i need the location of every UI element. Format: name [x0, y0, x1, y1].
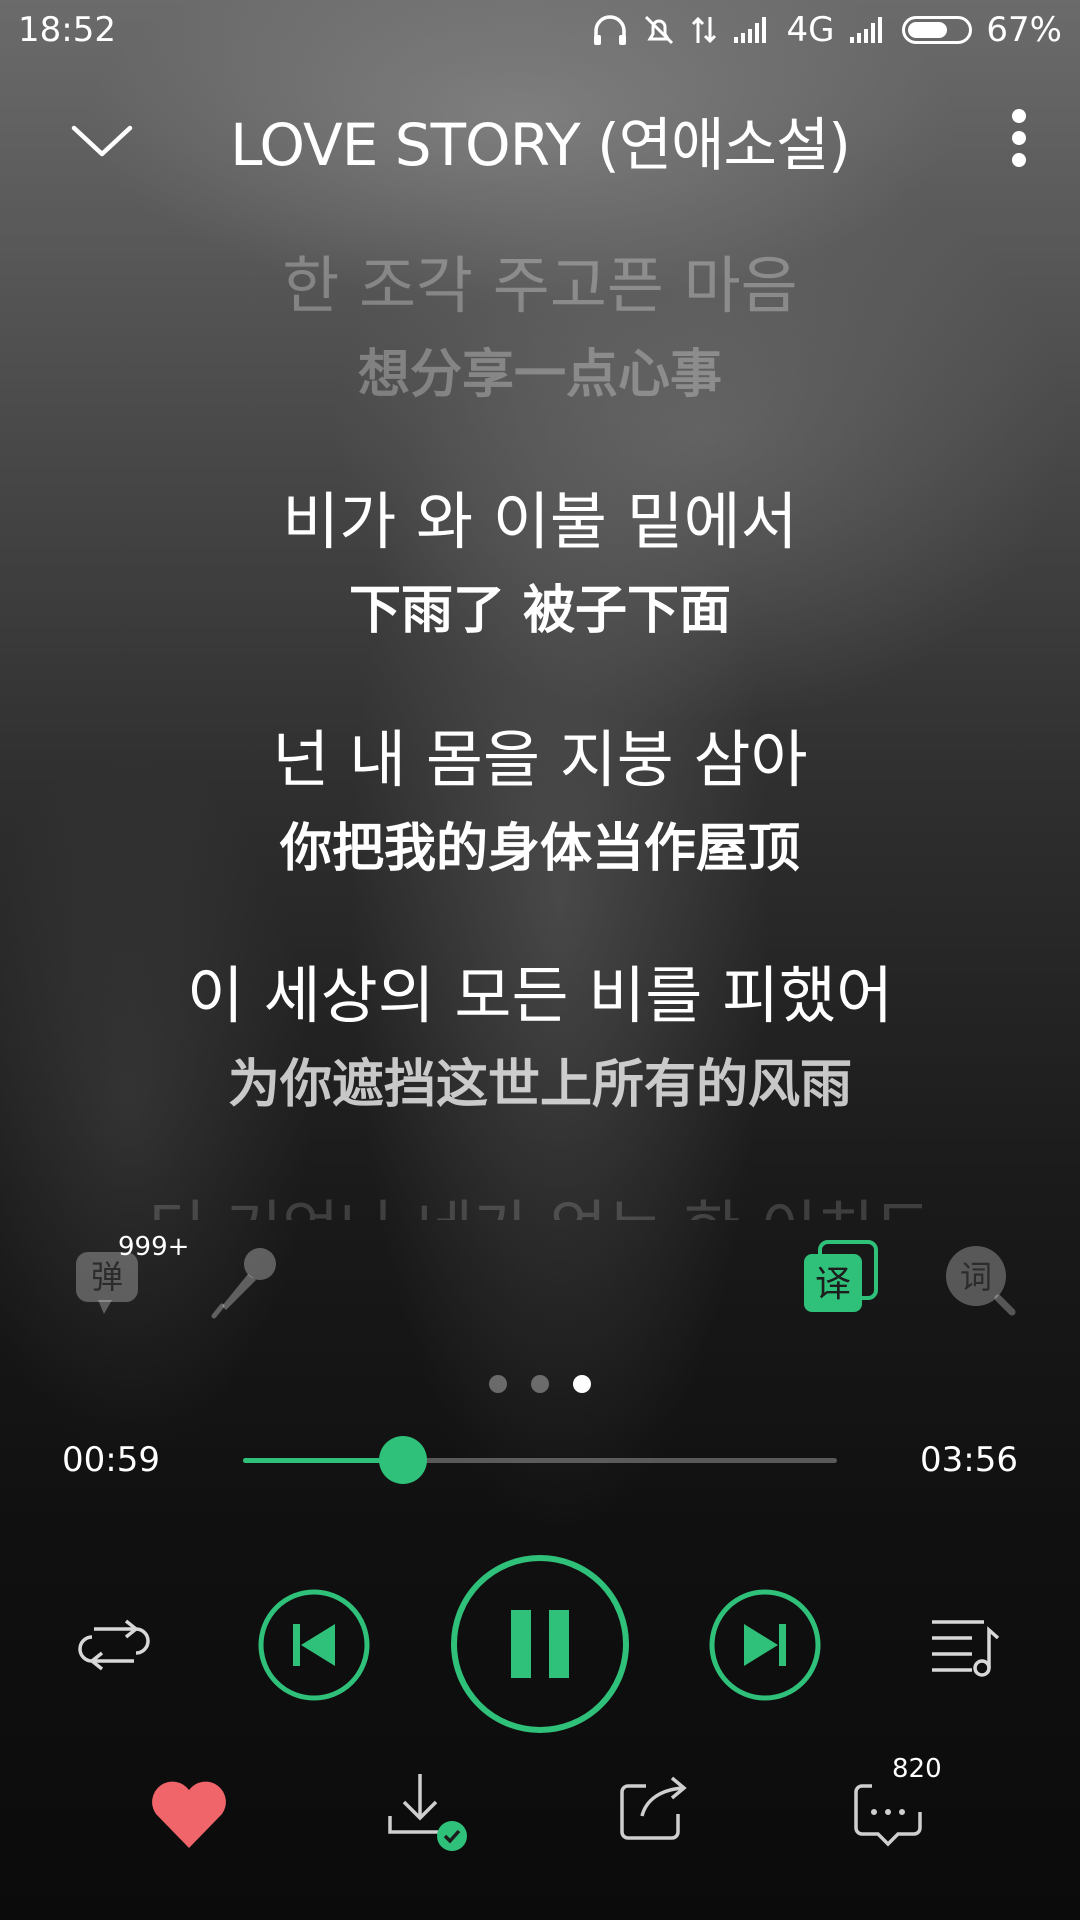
- page-dot[interactable]: [531, 1375, 549, 1393]
- more-button[interactable]: [994, 102, 1044, 182]
- lyric-korean: 이 세상의 모든 비를 피했어: [186, 959, 894, 1032]
- lyric-chinese: 你把我的身体当作屋顶: [279, 819, 800, 879]
- download-icon: [388, 1774, 467, 1851]
- status-icons: 4G 67%: [592, 10, 1062, 50]
- lyric-line: 한 조각 주고픈 마음 想分享一点心事: [0, 246, 1080, 410]
- heart-icon: [152, 1781, 226, 1848]
- translate-icon: 译: [804, 1240, 878, 1312]
- previous-button[interactable]: [257, 1588, 371, 1702]
- comment-button[interactable]: 820: [850, 1754, 942, 1860]
- mute-bell-icon: [645, 15, 674, 45]
- share-button[interactable]: [612, 1770, 702, 1860]
- network-type: 4G: [786, 10, 835, 50]
- page-dot[interactable]: [489, 1375, 507, 1393]
- song-title: LOVE STORY (연애소설): [230, 111, 850, 179]
- playback-controls: [0, 1550, 1080, 1740]
- next-button[interactable]: [708, 1588, 822, 1702]
- playlist-button[interactable]: [928, 1605, 1008, 1685]
- lyrics-search-label: 词: [960, 1258, 992, 1296]
- bottom-actions: 820: [0, 1754, 1080, 1880]
- lyrics-search-button[interactable]: 词: [940, 1240, 1020, 1320]
- share-icon: [620, 1776, 687, 1840]
- lyric-chinese: 为你遮挡这世上所有的风雨: [227, 1055, 852, 1115]
- lyric-chinese: 下雨了 被子下面: [348, 581, 732, 641]
- translate-label: 译: [815, 1264, 851, 1305]
- pause-button[interactable]: [450, 1554, 630, 1734]
- progress-thumb[interactable]: [379, 1436, 428, 1484]
- status-bar: 18:52 4G 67%: [0, 0, 1080, 60]
- battery-icon: [902, 16, 973, 44]
- page-dot[interactable]: [573, 1375, 591, 1393]
- header: LOVE STORY (연애소설): [0, 80, 1080, 200]
- lyric-line: 이 세상의 모든 비를 피했어 为你遮挡这世上所有的风雨: [0, 956, 1080, 1120]
- progress-slider[interactable]: [243, 1436, 837, 1484]
- battery-fill: [908, 22, 948, 38]
- comment-count: 820: [892, 1754, 942, 1784]
- danmu-button[interactable]: 弹 999+: [70, 1232, 189, 1320]
- lyric-korean: 비가 와 이불 밑에서: [282, 485, 798, 558]
- more-vertical-icon: [1012, 109, 1026, 167]
- lyrics-view[interactable]: 한 조각 주고픈 마음 想分享一点心事 비가 와 이불 밑에서 下雨了 被子下面…: [0, 230, 1080, 1220]
- lyric-chinese: 想分享一点心事: [357, 345, 722, 405]
- collapse-button[interactable]: [62, 110, 142, 170]
- battery-percent: 67%: [986, 10, 1062, 50]
- lyric-korean: 한 조각 주고픈 마음: [282, 249, 798, 322]
- signal-icon: [734, 17, 767, 43]
- progress-row: 00:59 03:56: [0, 1430, 1080, 1490]
- signal-icon-2: [850, 17, 883, 43]
- translate-button[interactable]: 译: [800, 1240, 880, 1320]
- lyric-korean: 넌 내 몸을 지붕 삼아: [272, 723, 808, 796]
- current-time: 00:59: [62, 1440, 160, 1480]
- headphones-icon: [594, 15, 627, 45]
- repeat-button[interactable]: [74, 1605, 154, 1685]
- data-arrows-icon: [692, 16, 717, 44]
- lyric-line-next: 더 기억나 네가 없는 한 이치도: [0, 1190, 1080, 1220]
- total-time: 03:56: [920, 1440, 1018, 1480]
- repeat-icon: [78, 1619, 150, 1671]
- karaoke-button[interactable]: [208, 1240, 288, 1320]
- status-time: 18:52: [18, 10, 116, 50]
- skip-next-icon: [709, 1589, 821, 1701]
- danmu-count: 999+: [118, 1232, 190, 1262]
- playlist-icon: [932, 1620, 1000, 1677]
- like-button[interactable]: [144, 1770, 234, 1860]
- chevron-down-icon: [71, 125, 133, 157]
- microphone-icon: [211, 1248, 276, 1319]
- lyric-line-current: 넌 내 몸을 지붕 삼아 你把我的身体当作屋顶: [0, 720, 1080, 884]
- lyrics-search-icon: 词: [946, 1246, 1016, 1316]
- lyric-korean-faded: 더 기억나 네가 없는 한 이치도: [0, 1190, 1080, 1220]
- pause-icon: [451, 1555, 629, 1733]
- lyrics-tool-row: 弹 999+ 译 词: [0, 1232, 1080, 1330]
- page-indicator: [0, 1375, 1080, 1393]
- lyric-line: 비가 와 이불 밑에서 下雨了 被子下面: [0, 482, 1080, 646]
- download-button[interactable]: [378, 1770, 468, 1860]
- danmu-label: 弹: [91, 1258, 123, 1296]
- skip-previous-icon: [258, 1589, 370, 1701]
